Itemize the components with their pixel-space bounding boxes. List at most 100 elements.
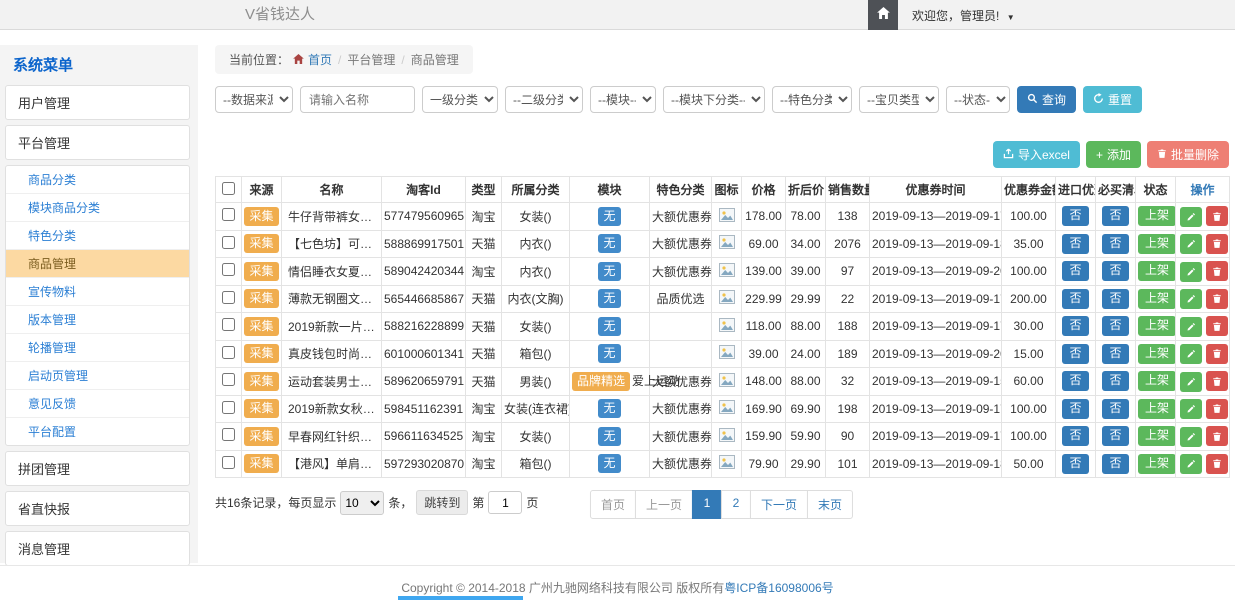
edit-button[interactable] xyxy=(1180,427,1202,447)
edit-button[interactable] xyxy=(1180,344,1202,364)
item-type-filter[interactable]: --宝贝类型-- xyxy=(859,86,939,113)
page-button-末页[interactable]: 末页 xyxy=(807,490,853,519)
delete-button[interactable] xyxy=(1206,234,1228,254)
sidebar-subitem[interactable]: 宣传物料 xyxy=(6,278,189,306)
sidebar-subitem[interactable]: 启动页管理 xyxy=(6,362,189,390)
horizontal-scrollbar-thumb[interactable] xyxy=(398,596,523,600)
search-button[interactable]: 查询 xyxy=(1017,86,1076,113)
import-select-toggle[interactable]: 否 xyxy=(1062,344,1088,364)
edit-button[interactable] xyxy=(1180,207,1202,227)
status-button[interactable]: 上架 xyxy=(1138,426,1176,446)
delete-button[interactable] xyxy=(1206,426,1228,446)
delete-button[interactable] xyxy=(1206,399,1228,419)
delete-button[interactable] xyxy=(1206,289,1228,309)
module-subcategory-filter[interactable]: --模块下分类-- xyxy=(663,86,765,113)
status-button[interactable]: 上架 xyxy=(1138,371,1176,391)
import-excel-button[interactable]: 导入excel xyxy=(993,141,1080,168)
delete-button[interactable] xyxy=(1206,344,1228,364)
edit-button[interactable] xyxy=(1180,289,1202,309)
row-checkbox[interactable] xyxy=(222,263,235,276)
status-button[interactable]: 上架 xyxy=(1138,206,1176,226)
data-source-filter[interactable]: --数据来源-- xyxy=(215,86,293,113)
row-checkbox[interactable] xyxy=(222,291,235,304)
import-select-toggle[interactable]: 否 xyxy=(1062,454,1088,474)
sidebar-subitem[interactable]: 意见反馈 xyxy=(6,390,189,418)
name-search-input[interactable] xyxy=(300,86,415,113)
status-button[interactable]: 上架 xyxy=(1138,316,1176,336)
row-checkbox[interactable] xyxy=(222,428,235,441)
must-buy-toggle[interactable]: 否 xyxy=(1102,426,1128,446)
must-buy-toggle[interactable]: 否 xyxy=(1102,344,1128,364)
sidebar-subitem[interactable]: 轮播管理 xyxy=(6,334,189,362)
edit-button[interactable] xyxy=(1180,234,1202,254)
page-button-1[interactable]: 1 xyxy=(692,490,722,519)
import-select-toggle[interactable]: 否 xyxy=(1062,261,1088,281)
batch-delete-button[interactable]: 批量删除 xyxy=(1147,141,1229,168)
select-all-checkbox[interactable] xyxy=(222,182,235,195)
must-buy-toggle[interactable]: 否 xyxy=(1102,371,1128,391)
status-filter[interactable]: --状态-- xyxy=(946,86,1010,113)
delete-button[interactable] xyxy=(1206,454,1228,474)
sidebar-item-bottom-1[interactable]: 省直快报 xyxy=(5,491,190,526)
status-button[interactable]: 上架 xyxy=(1138,454,1176,474)
status-button[interactable]: 上架 xyxy=(1138,344,1176,364)
must-buy-toggle[interactable]: 否 xyxy=(1102,261,1128,281)
icp-link[interactable]: 粤ICP备16098006号 xyxy=(724,581,833,595)
import-select-toggle[interactable]: 否 xyxy=(1062,289,1088,309)
sidebar-item-bottom-2[interactable]: 消息管理 xyxy=(5,531,190,566)
row-checkbox[interactable] xyxy=(222,318,235,331)
user-menu[interactable]: 欢迎您，管理员! ▼ xyxy=(912,7,1015,24)
secondary-category-filter[interactable]: --二级分类-- xyxy=(505,86,583,113)
sidebar-item-0[interactable]: 用户管理 xyxy=(5,85,190,120)
must-buy-toggle[interactable]: 否 xyxy=(1102,289,1128,309)
edit-button[interactable] xyxy=(1180,454,1202,474)
primary-category-filter[interactable]: 一级分类 xyxy=(422,86,498,113)
import-select-toggle[interactable]: 否 xyxy=(1062,426,1088,446)
status-button[interactable]: 上架 xyxy=(1138,234,1176,254)
breadcrumb-home-link[interactable]: 首页 xyxy=(308,51,332,68)
sidebar-subitem[interactable]: 商品分类 xyxy=(6,166,189,194)
edit-button[interactable] xyxy=(1180,262,1202,282)
row-checkbox[interactable] xyxy=(222,236,235,249)
edit-button[interactable] xyxy=(1180,372,1202,392)
row-checkbox[interactable] xyxy=(222,208,235,221)
module-filter[interactable]: --模块-- xyxy=(590,86,656,113)
page-number-input[interactable] xyxy=(488,491,522,514)
row-checkbox[interactable] xyxy=(222,346,235,359)
delete-button[interactable] xyxy=(1206,316,1228,336)
status-button[interactable]: 上架 xyxy=(1138,289,1176,309)
add-button[interactable]: + 添加 xyxy=(1086,141,1141,168)
import-select-toggle[interactable]: 否 xyxy=(1062,316,1088,336)
must-buy-toggle[interactable]: 否 xyxy=(1102,316,1128,336)
sidebar-item-bottom-0[interactable]: 拼团管理 xyxy=(5,451,190,486)
sidebar-subitem[interactable]: 版本管理 xyxy=(6,306,189,334)
delete-button[interactable] xyxy=(1206,371,1228,391)
must-buy-toggle[interactable]: 否 xyxy=(1102,206,1128,226)
import-select-toggle[interactable]: 否 xyxy=(1062,206,1088,226)
edit-button[interactable] xyxy=(1180,317,1202,337)
status-button[interactable]: 上架 xyxy=(1138,399,1176,419)
reset-button[interactable]: 重置 xyxy=(1083,86,1142,113)
page-button-2[interactable]: 2 xyxy=(721,490,751,519)
page-button-上一页[interactable]: 上一页 xyxy=(635,490,693,519)
row-checkbox[interactable] xyxy=(222,373,235,386)
row-checkbox[interactable] xyxy=(222,401,235,414)
delete-button[interactable] xyxy=(1206,261,1228,281)
page-size-select[interactable]: 10 xyxy=(340,491,384,515)
import-select-toggle[interactable]: 否 xyxy=(1062,399,1088,419)
import-select-toggle[interactable]: 否 xyxy=(1062,371,1088,391)
must-buy-toggle[interactable]: 否 xyxy=(1102,399,1128,419)
must-buy-toggle[interactable]: 否 xyxy=(1102,454,1128,474)
edit-button[interactable] xyxy=(1180,399,1202,419)
sidebar-subitem[interactable]: 平台配置 xyxy=(6,418,189,445)
row-checkbox[interactable] xyxy=(222,456,235,469)
status-button[interactable]: 上架 xyxy=(1138,261,1176,281)
sidebar-item-1[interactable]: 平台管理 xyxy=(5,125,190,160)
import-select-toggle[interactable]: 否 xyxy=(1062,234,1088,254)
sidebar-subitem[interactable]: 特色分类 xyxy=(6,222,189,250)
home-button[interactable] xyxy=(868,0,898,30)
delete-button[interactable] xyxy=(1206,206,1228,226)
sidebar-subitem[interactable]: 模块商品分类 xyxy=(6,194,189,222)
jump-button[interactable]: 跳转到 xyxy=(416,490,468,515)
page-button-下一页[interactable]: 下一页 xyxy=(750,490,808,519)
